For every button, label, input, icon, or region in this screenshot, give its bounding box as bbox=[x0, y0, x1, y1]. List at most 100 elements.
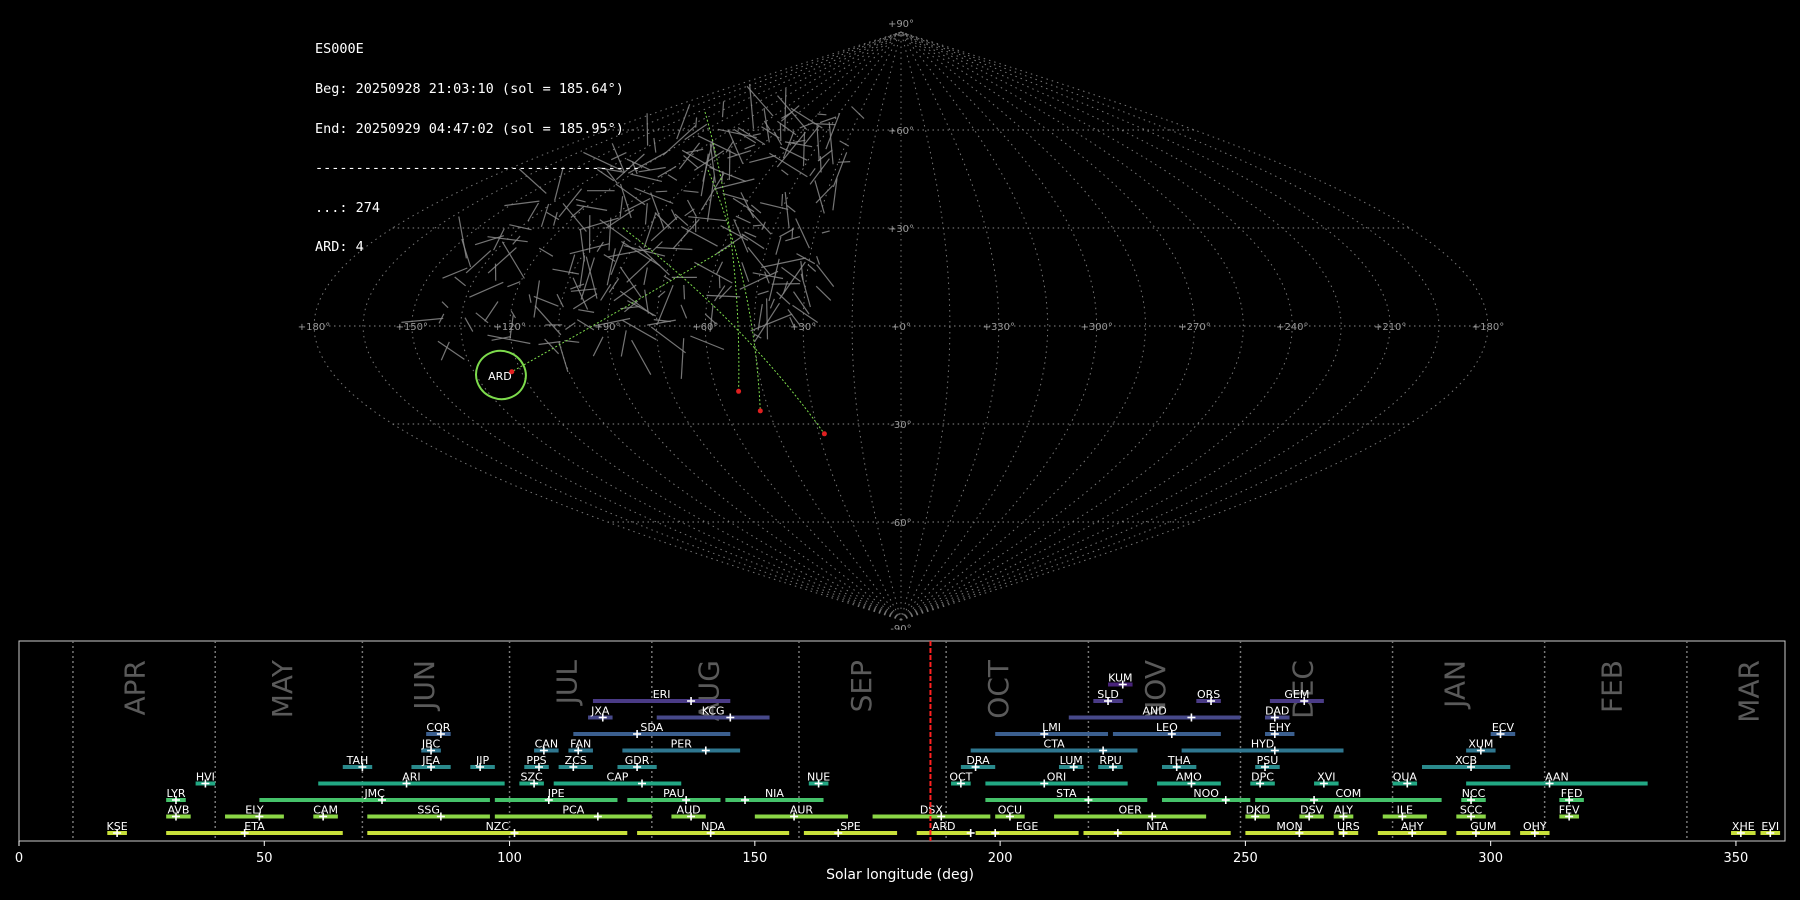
end-time: End: 20250929 04:47:02 (sol = 185.95°) bbox=[315, 120, 624, 137]
sporadic-track bbox=[464, 317, 474, 332]
sporadic-track bbox=[769, 152, 808, 178]
shower-code-label: ERI bbox=[653, 688, 671, 701]
sporadic-track bbox=[631, 339, 652, 375]
sporadic-track bbox=[700, 153, 709, 197]
info-separator: ---------------------------------------- bbox=[315, 160, 641, 177]
begin-time: Beg: 20250928 21:03:10 (sol = 185.64°) bbox=[315, 81, 624, 98]
shower-code-label: SSG bbox=[417, 804, 440, 817]
sporadic-track bbox=[802, 131, 806, 167]
sporadic-track bbox=[622, 319, 657, 341]
sporadic-track bbox=[769, 298, 775, 309]
shower-code-label: NIA bbox=[765, 787, 784, 800]
shower-meteor-endpoint bbox=[736, 388, 742, 394]
sporadic-track bbox=[441, 301, 449, 309]
shower-code-label: PAU bbox=[663, 787, 685, 800]
latitude-tick-label: +30° bbox=[888, 224, 914, 235]
shower-code-label: CTA bbox=[1044, 738, 1066, 751]
month-label: JUL bbox=[550, 660, 583, 707]
shower-code-label: JIP bbox=[475, 754, 489, 767]
shower-code-label: OER bbox=[1118, 804, 1142, 817]
sporadic-track bbox=[744, 144, 756, 150]
longitude-tick-label: +150° bbox=[396, 322, 428, 333]
sporadic-track bbox=[837, 161, 851, 163]
sporadic-track bbox=[667, 174, 678, 181]
sporadic-track bbox=[819, 116, 837, 124]
sporadic-track bbox=[657, 290, 666, 298]
sporadic-track bbox=[771, 283, 800, 285]
sporadic-track bbox=[613, 284, 637, 302]
shower-code-label: ETA bbox=[244, 820, 265, 833]
sporadic-track bbox=[475, 312, 489, 324]
sporadic-track bbox=[814, 180, 825, 214]
sporadic-track bbox=[556, 293, 564, 308]
sporadic-track bbox=[694, 261, 733, 284]
x-tick-label: 0 bbox=[15, 851, 23, 866]
shower-code-label: SZC bbox=[521, 771, 544, 784]
sporadic-track bbox=[714, 178, 755, 190]
month-label: JUN bbox=[408, 660, 441, 712]
latitude-tick-label: +90° bbox=[888, 19, 914, 30]
shower-code-label: DAD bbox=[1265, 705, 1289, 718]
longitude-tick-label: +180° bbox=[298, 322, 330, 333]
shower-code-label: LMI bbox=[1042, 721, 1061, 734]
sporadic-track bbox=[680, 338, 685, 379]
shower-code-label: NZC bbox=[486, 820, 510, 833]
shower-code-label: ELY bbox=[245, 804, 264, 817]
sporadic-track bbox=[646, 113, 649, 146]
latitude-tick-label: -60° bbox=[890, 518, 911, 529]
sporadic-track bbox=[732, 197, 755, 213]
shower-code-label: ORS bbox=[1197, 688, 1220, 701]
sporadic-track bbox=[578, 309, 595, 313]
sporadic-track bbox=[766, 298, 769, 340]
shower-code-label: QUA bbox=[1393, 771, 1418, 784]
sporadic-track bbox=[816, 256, 821, 265]
sporadic-track bbox=[676, 103, 691, 140]
sporadic-track bbox=[809, 168, 816, 177]
sporadic-track bbox=[653, 137, 657, 153]
shower-code-label: DSX bbox=[920, 804, 943, 817]
sporadic-track bbox=[533, 295, 559, 307]
longitude-tick-label: +30° bbox=[790, 322, 816, 333]
sporadic-track bbox=[759, 202, 789, 210]
month-label: SEP bbox=[845, 660, 878, 712]
shower-code-label: ORI bbox=[1047, 771, 1067, 784]
shower-code-label: AHY bbox=[1401, 820, 1424, 833]
sporadic-track bbox=[576, 319, 595, 331]
x-tick-label: 250 bbox=[1233, 851, 1258, 866]
shower-code-label: EGE bbox=[1016, 820, 1038, 833]
sporadic-track bbox=[683, 155, 699, 169]
shower-code-label: SPE bbox=[840, 820, 861, 833]
shower-code-label: ECV bbox=[1492, 721, 1515, 734]
observation-info: ES000E Beg: 20250928 21:03:10 (sol = 185… bbox=[315, 17, 640, 268]
x-tick-label: 300 bbox=[1478, 851, 1503, 866]
sporadic-track bbox=[791, 228, 794, 239]
shower-code-label: NOO bbox=[1193, 787, 1219, 800]
sporadic-track bbox=[784, 88, 787, 132]
sporadic-track bbox=[655, 190, 668, 193]
shower-code-label: JBC bbox=[421, 738, 441, 751]
sporadic-track bbox=[718, 275, 721, 289]
shower-meteor-endpoint bbox=[757, 408, 763, 414]
sporadic-track bbox=[674, 213, 689, 227]
shower-count: ARD: 4 bbox=[315, 239, 364, 256]
shower-timeline: APR MAY JUN JUL AUG SEP OCT NOV DEC JAN FEB MAR KUM… bbox=[15, 640, 1786, 866]
shower-code-label: EVI bbox=[1761, 820, 1779, 833]
shower-code-label: OHY bbox=[1523, 820, 1547, 833]
sporadic-track bbox=[684, 208, 695, 217]
shower-meteor-endpoint bbox=[509, 369, 515, 375]
shower-code-label: STA bbox=[1056, 787, 1077, 800]
shower-code-label: ILE bbox=[1397, 804, 1413, 817]
sporadic-track bbox=[572, 293, 598, 310]
sporadic-track bbox=[638, 166, 666, 173]
sporadic-track bbox=[484, 301, 499, 322]
shower-code-label: TAH bbox=[346, 754, 369, 767]
x-tick-label: 100 bbox=[497, 851, 522, 866]
sporadic-track bbox=[558, 341, 569, 373]
sporadic-track bbox=[592, 336, 604, 357]
shower-code-label: OCT bbox=[949, 771, 972, 784]
sporadic-track bbox=[781, 111, 793, 119]
shower-code-label: FAN bbox=[570, 738, 591, 751]
sporadic-track bbox=[815, 285, 832, 301]
sporadic-track bbox=[786, 205, 796, 213]
sporadic-track bbox=[442, 267, 468, 279]
